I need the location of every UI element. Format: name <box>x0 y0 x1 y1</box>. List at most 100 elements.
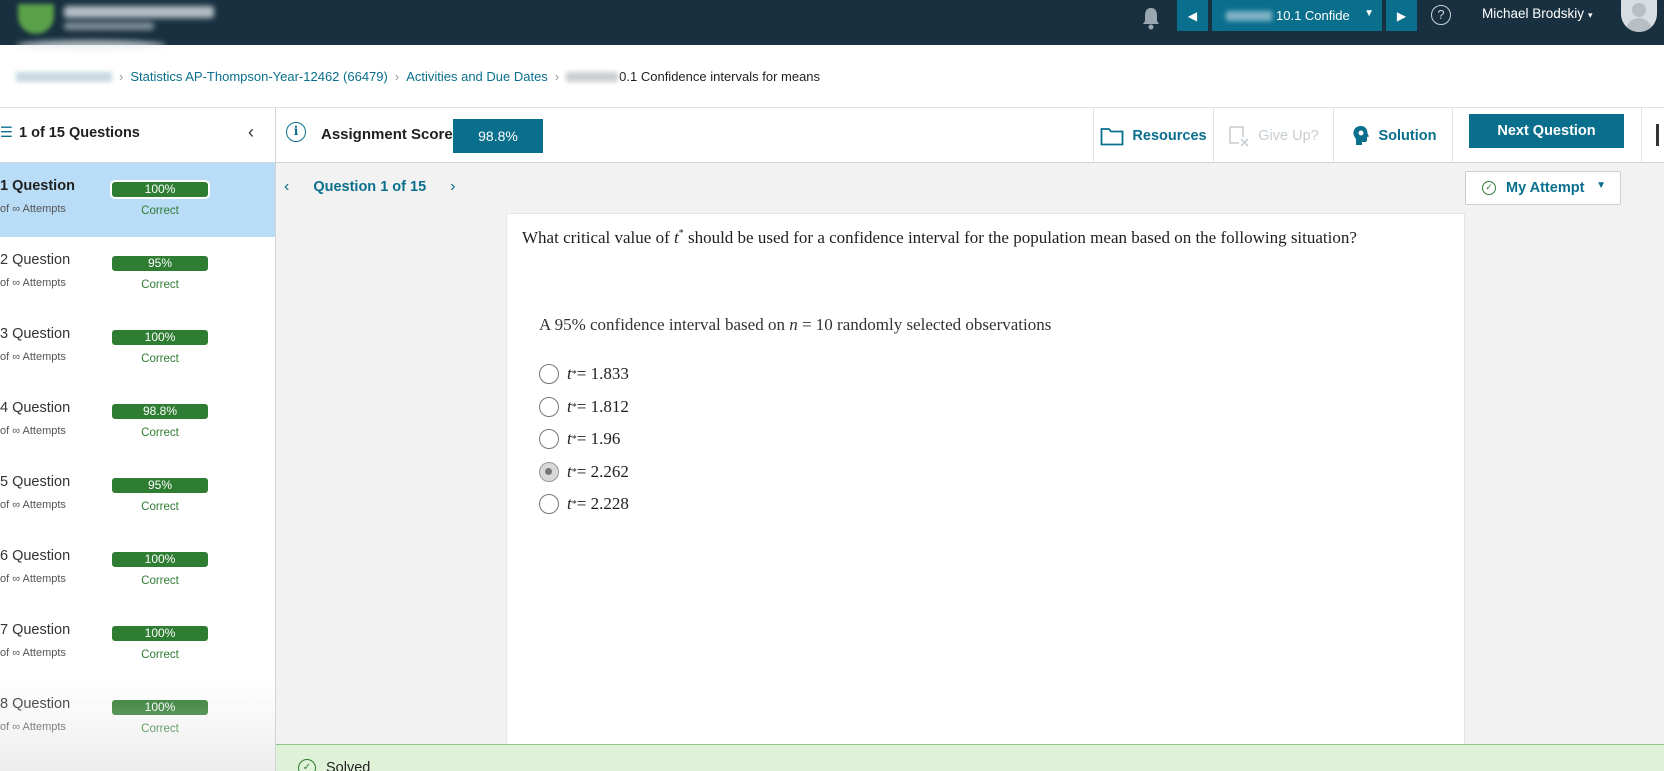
question-list-item[interactable]: 5 Question of ∞ Attempts 95% Correct <box>0 459 275 533</box>
option-value: = 2.262 <box>576 462 629 481</box>
question-count-label: 1 of 15 Questions <box>19 125 140 141</box>
question-attempts: of ∞ Attempts <box>0 425 66 437</box>
question-prompt-text: should be used for a confidence interval… <box>683 228 1357 247</box>
question-status: Correct <box>141 723 179 735</box>
breadcrumb-home-blurred[interactable] <box>16 71 112 82</box>
give-up-button[interactable]: Give Up? <box>1213 108 1333 163</box>
solution-button[interactable]: Solution <box>1333 108 1453 163</box>
question-score-bar: 100% <box>110 624 210 643</box>
next-assignment-button[interactable]: ▶ <box>1386 0 1417 31</box>
radio-button[interactable] <box>539 429 559 449</box>
answer-option[interactable]: t * = 1.96 <box>539 426 620 452</box>
user-name: Michael Brodskiy <box>1482 6 1585 21</box>
avatar-head <box>1632 3 1646 17</box>
breadcrumb-separator: › <box>554 69 560 84</box>
question-list-item[interactable]: 4 Question of ∞ Attempts 98.8% Correct <box>0 385 275 459</box>
radio-button-selected[interactable] <box>539 462 559 482</box>
question-count: ☰ 1 of 15 Questions <box>0 125 140 141</box>
next-question-button[interactable]: Next Question <box>1469 114 1624 148</box>
question-navigator: ‹ Question 1 of 15 › <box>284 178 455 196</box>
assignment-header: ☰ 1 of 15 Questions ‹ i Assignment Score:… <box>0 107 1664 163</box>
breadcrumb-current: 0.1 Confidence intervals for means <box>619 69 821 84</box>
radio-button[interactable] <box>539 397 559 417</box>
breadcrumb-activities-link[interactable]: Activities and Due Dates <box>406 69 548 84</box>
answer-option[interactable]: t * = 1.833 <box>539 361 629 387</box>
chevron-down-icon: ▼ <box>1364 8 1374 19</box>
question-attempts: of ∞ Attempts <box>0 277 66 289</box>
radio-button[interactable] <box>539 494 559 514</box>
breadcrumb: › Statistics AP-Thompson-Year-12462 (664… <box>16 69 820 84</box>
previous-assignment-button[interactable]: ◀ <box>1177 0 1208 31</box>
help-icon[interactable]: ? <box>1431 5 1451 25</box>
logo-tagline <box>64 22 154 30</box>
solved-label: Solved <box>326 760 371 771</box>
question-prompt-text: What critical value of <box>522 228 674 247</box>
solved-status-bar: ✓ Solved <box>276 744 1664 771</box>
logo-mark-icon <box>18 4 54 34</box>
check-circle-icon: ✓ <box>298 759 316 771</box>
question-score-bar: 98.8% <box>110 402 210 421</box>
folder-icon <box>1101 127 1124 145</box>
question-list-item[interactable]: 6 Question of ∞ Attempts 100% Correct <box>0 533 275 607</box>
list-icon: ☰ <box>0 125 13 141</box>
question-name: 5 Question <box>0 474 71 490</box>
next-question-chevron-icon[interactable]: › <box>450 178 455 196</box>
my-attempt-label: My Attempt <box>1506 180 1585 196</box>
option-value: = 1.833 <box>576 364 629 383</box>
question-name: 6 Question <box>0 548 71 564</box>
question-status: Correct <box>141 205 179 217</box>
info-icon[interactable]: i <box>286 122 306 142</box>
assignment-select-blurred-prefix <box>1226 10 1272 21</box>
answer-option[interactable]: t * = 2.228 <box>539 491 629 517</box>
question-status: Correct <box>141 279 179 291</box>
radio-button[interactable] <box>539 364 559 384</box>
question-list-item[interactable]: 8 Question of ∞ Attempts 100% Correct <box>0 681 275 755</box>
assignment-select[interactable]: 10.1 Confide ▼ <box>1212 0 1382 31</box>
avatar-body <box>1626 18 1652 32</box>
question-score-bar: 100% <box>110 328 210 347</box>
resources-button[interactable]: Resources <box>1093 108 1213 163</box>
question-score-bar: 100% <box>110 180 210 199</box>
breadcrumb-separator: › <box>119 69 124 84</box>
question-status: Correct <box>141 353 179 365</box>
assignment-select-value: 10.1 Confide <box>1276 8 1350 23</box>
cengage-logo[interactable] <box>10 0 225 50</box>
question-score-bar: 95% <box>110 476 210 495</box>
question-card: What critical value of t* should be used… <box>506 213 1465 771</box>
question-situation: A 95% confidence interval based on n = 1… <box>539 315 1051 335</box>
give-up-icon <box>1229 125 1249 147</box>
previous-question-chevron-icon[interactable]: ‹ <box>284 178 289 196</box>
lightbulb-head-icon <box>1352 125 1369 145</box>
question-status: Correct <box>141 501 179 513</box>
question-attempts: of ∞ Attempts <box>0 351 66 363</box>
my-attempt-dropdown[interactable]: ✓ My Attempt ▼ <box>1465 171 1621 205</box>
avatar[interactable] <box>1621 0 1657 32</box>
logo-wordmark <box>64 6 214 18</box>
breadcrumb-course-link[interactable]: Statistics AP-Thompson-Year-12462 (66479… <box>130 69 388 84</box>
notification-bell-icon[interactable] <box>1140 5 1162 31</box>
expand-icon[interactable] <box>1656 124 1664 146</box>
user-menu[interactable]: Michael Brodskiy ▾ <box>1482 6 1593 21</box>
caret-left-icon: ◀ <box>1187 8 1198 23</box>
question-status: Correct <box>141 427 179 439</box>
header-divider <box>1641 108 1642 163</box>
question-list-item[interactable]: 2 Question of ∞ Attempts 95% Correct <box>0 237 275 311</box>
resources-label: Resources <box>1132 127 1207 144</box>
collapse-sidebar-icon[interactable]: ‹ <box>248 122 254 143</box>
question-attempts: of ∞ Attempts <box>0 203 66 215</box>
logo-swoosh <box>16 40 166 50</box>
question-status: Correct <box>141 575 179 587</box>
situation-text: = 10 randomly selected observations <box>797 315 1052 334</box>
question-score-bar: 95% <box>110 254 210 273</box>
question-list-item[interactable]: 3 Question of ∞ Attempts 100% Correct <box>0 311 275 385</box>
question-name: 2 Question <box>0 252 71 268</box>
question-name: 3 Question <box>0 326 71 342</box>
question-list-item[interactable]: 7 Question of ∞ Attempts 100% Correct <box>0 607 275 681</box>
situation-variable: n <box>789 315 798 334</box>
question-attempts: of ∞ Attempts <box>0 721 66 733</box>
answer-option-selected[interactable]: t * = 2.262 <box>539 459 629 485</box>
question-list-item[interactable]: 1 Question of ∞ Attempts 100% Correct <box>0 163 275 237</box>
question-navigator-label[interactable]: Question 1 of 15 <box>313 179 426 195</box>
answer-option[interactable]: t * = 1.812 <box>539 394 629 420</box>
option-value: = 2.228 <box>576 494 629 513</box>
